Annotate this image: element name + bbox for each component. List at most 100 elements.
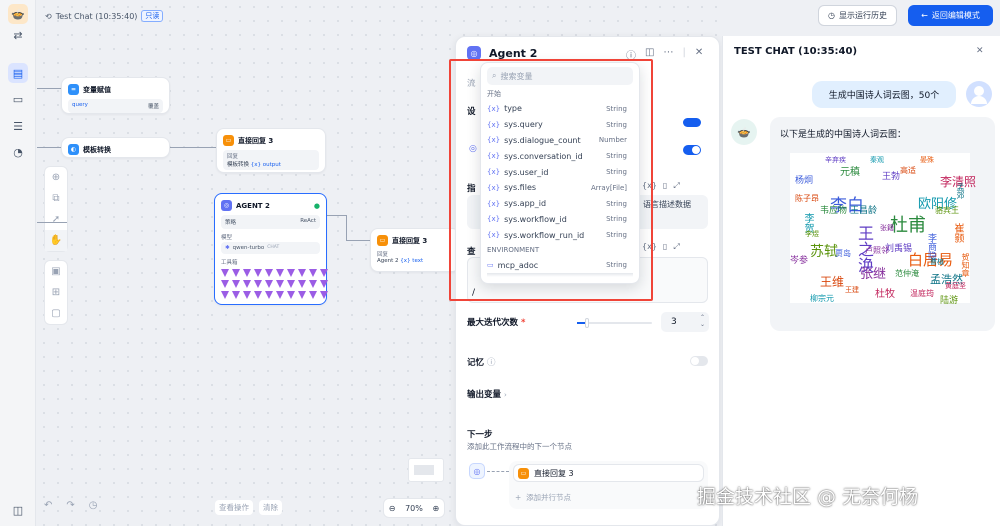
cloud-word: 元稹: [840, 167, 860, 178]
cloud-word: 王勃: [882, 172, 901, 182]
tool-icon: [265, 291, 274, 300]
view-operations-button[interactable]: 查看操作: [215, 500, 253, 515]
copy-icon[interactable]: ▯: [663, 242, 667, 252]
cloud-word: 曹植: [930, 258, 944, 266]
toggle[interactable]: [683, 145, 701, 155]
cloud-word: 崔颢: [952, 223, 963, 243]
zoom-out-icon[interactable]: ⊖: [389, 504, 396, 513]
tool-icon: [320, 280, 329, 289]
tool-icon: [276, 291, 285, 300]
cloud-word: 李煜: [805, 230, 819, 238]
back-to-edit-button[interactable]: ← 返回编辑模式: [908, 5, 993, 26]
readonly-badge: 只读: [141, 10, 164, 22]
edge: [37, 147, 61, 148]
stepper-arrows-icon[interactable]: ⌃ ⌄: [700, 314, 705, 328]
terminal-nav-icon[interactable]: ▭: [8, 89, 28, 109]
redo-icon[interactable]: ↷: [66, 500, 74, 511]
tool-icon: [243, 280, 252, 289]
minimap-icon[interactable]: ▢: [45, 303, 67, 324]
cloud-word: 李商隐: [926, 233, 936, 260]
app-title: Test Chat (10:35:40): [55, 11, 138, 21]
tool-icon: [254, 269, 263, 278]
add-parallel-node-button[interactable]: + 添加并行节点: [515, 492, 571, 503]
logs-nav-icon[interactable]: ☰: [8, 116, 28, 136]
monitor-nav-icon[interactable]: ◔: [8, 142, 28, 162]
clear-button[interactable]: 清除: [259, 500, 282, 515]
divider: |: [682, 47, 686, 58]
reply-icon: ▭: [518, 467, 529, 479]
tool-list: [221, 269, 328, 300]
cloud-word: 卢照邻: [865, 246, 889, 255]
agent-icon: ◎: [467, 46, 481, 60]
template-node[interactable]: ◐ 模板转换: [61, 137, 170, 158]
next-node-item[interactable]: ▭ 直接回复 3: [513, 464, 704, 482]
direct-reply-node[interactable]: ▭ 直接回复 3 回复 模板转换 {x} output: [216, 128, 326, 173]
cloud-word: 王建: [845, 286, 859, 294]
model-icon: ✱: [225, 245, 230, 251]
toggle[interactable]: [683, 118, 701, 127]
copy-icon[interactable]: ▯: [663, 181, 667, 191]
agent-node[interactable]: ◎ AGENT 2 ● 策略 ReAct 模型 ✱ qwen-turbo CHAT 工具…: [214, 193, 328, 305]
canvas-nav-icon[interactable]: ▤: [8, 63, 28, 83]
word-cloud-image: 李白 杜甫 王之涣 白居易 欧阳修 李清照 苏轼 张继 王维 孟浩然 杨炯 元稹 王勃 崔颢 李贺 杜牧 陆游岑…: [790, 153, 976, 306]
reply-icon: ▭: [377, 235, 388, 246]
zoom-in-icon[interactable]: ⊕: [432, 504, 439, 513]
history-clock-icon: ⟲: [45, 11, 52, 21]
cloud-word: 高适: [900, 166, 916, 175]
slider-handle[interactable]: [585, 318, 589, 328]
minimap[interactable]: [408, 458, 444, 482]
more-icon[interactable]: ⋯: [663, 47, 673, 62]
app-logo-icon[interactable]: 🍲: [8, 4, 28, 24]
tool-icon: [309, 291, 318, 300]
edge: [326, 215, 346, 216]
bottom-actions: 查看操作 清除: [215, 500, 282, 515]
zoom-level[interactable]: 70%: [405, 504, 423, 513]
next-step-label: 下一步: [467, 430, 493, 440]
var-assign-node[interactable]: = 变量赋值 query 覆盖: [61, 77, 170, 114]
direct-reply-node-2[interactable]: ▭ 直接回复 3 回复 Agent 2 {x} text: [370, 228, 460, 272]
organize-icon[interactable]: ⊞: [45, 282, 67, 303]
cloud-word: 辛弃疾: [825, 156, 846, 164]
show-run-history-button[interactable]: ◷ 显示运行历史: [818, 5, 897, 26]
tool-icon: [276, 269, 285, 278]
zoom-control: ⊖ 70% ⊕: [383, 498, 445, 518]
arrow-left-icon: ←: [921, 11, 928, 20]
agent-icon: ◎: [469, 463, 485, 479]
workflow-switch-icon[interactable]: ⇄: [8, 25, 28, 45]
undo-icon[interactable]: ↶: [44, 500, 52, 511]
output-vars-label[interactable]: 输出变量 ›: [467, 388, 507, 400]
cloud-word: 韦应物: [820, 206, 848, 216]
close-icon[interactable]: ✕: [976, 46, 984, 56]
iteration-stepper[interactable]: 3 ⌃ ⌄: [661, 312, 709, 332]
expand-icon[interactable]: ⤢: [673, 242, 679, 252]
tool-icon: [287, 269, 296, 278]
cloud-word: 贾岛: [835, 249, 851, 258]
note-icon[interactable]: ⧉: [45, 188, 67, 209]
tool-icon: [287, 280, 296, 289]
cloud-word: 晏殊: [920, 156, 934, 164]
history-icon[interactable]: ◷: [89, 500, 98, 511]
sidebar-toggle-icon[interactable]: ◫: [8, 500, 28, 520]
app-title-bar: ⟲ Test Chat (10:35:40) 只读: [45, 10, 164, 22]
pointer-icon[interactable]: ➚: [45, 209, 67, 230]
close-icon[interactable]: ✕: [695, 47, 703, 62]
tool-icon: [320, 291, 329, 300]
edge: [37, 88, 61, 89]
user-avatar: [966, 81, 992, 107]
cloud-word: 杜甫: [890, 215, 926, 236]
hand-icon[interactable]: ✋: [45, 230, 67, 251]
iteration-slider[interactable]: [577, 318, 652, 328]
history-icon: ◷: [828, 11, 835, 20]
next-node-box: ▭ 直接回复 3 + 添加并行节点: [509, 461, 708, 509]
expand-icon[interactable]: ⤢: [673, 181, 679, 191]
tool-icon: [243, 291, 252, 300]
canvas-toolbar: ⊕ ⧉ ➚ ✋: [44, 166, 68, 252]
memory-toggle[interactable]: [690, 356, 708, 366]
tool-icon: [232, 269, 241, 278]
tool-icon: [298, 291, 307, 300]
cloud-word: 刘禹锡: [885, 244, 913, 254]
watermark: 掘金技术社区 @ 无奈何杨: [697, 486, 919, 508]
add-node-icon[interactable]: ⊕: [45, 167, 67, 188]
tool-icon: [243, 269, 252, 278]
export-image-icon[interactable]: ▣: [45, 261, 67, 282]
